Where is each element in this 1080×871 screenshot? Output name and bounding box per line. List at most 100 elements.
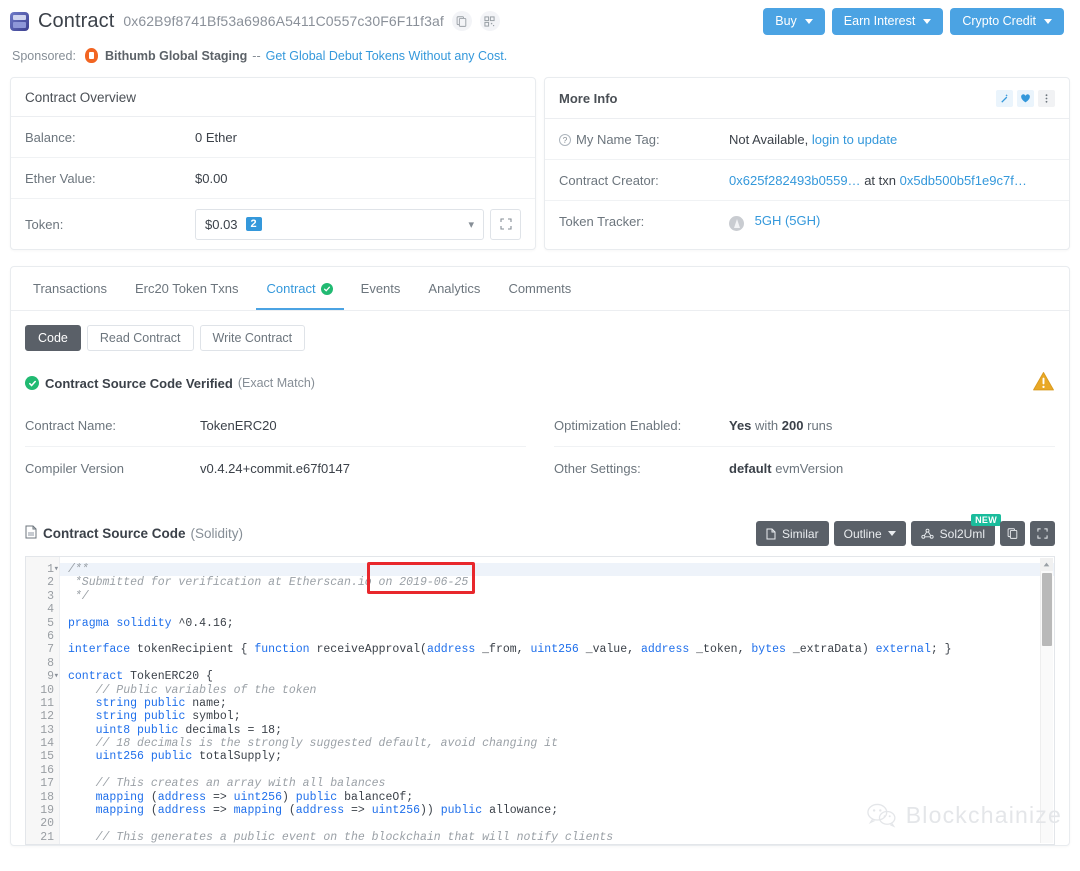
code-line: // 18 decimals is the strongly suggested… [68, 737, 558, 751]
copy-source-button[interactable] [1000, 521, 1025, 546]
creator-address-link[interactable]: 0x625f282493b0559… [729, 173, 861, 188]
subtab-write-contract[interactable]: Write Contract [199, 325, 306, 351]
optimization-mid: with [755, 418, 779, 433]
outline-button[interactable]: Outline [833, 521, 906, 546]
magic-wand-icon[interactable] [996, 90, 1013, 107]
earn-interest-button[interactable]: Earn Interest [831, 7, 944, 35]
token-select[interactable]: $0.03 2 ▾ [195, 208, 484, 240]
contract-meta-right: Optimization Enabled: Yes with 200 runs … [540, 405, 1069, 489]
optimization-enabled: Yes [729, 418, 752, 433]
code-line: uint256 public totalSupply; [95, 750, 282, 764]
buy-button-label: Buy [775, 14, 797, 28]
sub-tab-bar: Code Read Contract Write Contract [11, 311, 1069, 357]
code-fold-toggle-icon[interactable]: ▾ [54, 670, 59, 683]
line-number-gutter: 1▾23456789▾10111213141516171819202122 [26, 557, 60, 844]
line-number: 17 [40, 777, 54, 791]
tab-contract[interactable]: Contract [255, 267, 344, 310]
eth-token-icon [729, 215, 744, 231]
qrcode-icon[interactable] [479, 11, 500, 31]
source-code-header: Contract Source Code (Solidity) Similar … [11, 489, 1069, 556]
subtab-code[interactable]: Code [25, 325, 81, 351]
contract-creator-row: Contract Creator: 0x625f282493b0559… at … [545, 160, 1069, 201]
contract-overview-title: Contract Overview [11, 78, 535, 117]
line-number: 11 [40, 696, 54, 710]
sol2uml-button[interactable]: Sol2Uml NEW [910, 514, 1001, 546]
creator-txn-link[interactable]: 0x5db500b5f1e9c7f… [900, 173, 1027, 188]
heart-icon[interactable] [1017, 90, 1034, 107]
code-line: // Public variables of the token [68, 683, 317, 697]
tab-comments-label: Comments [508, 281, 572, 296]
tab-events[interactable]: Events [350, 267, 412, 310]
tab-analytics[interactable]: Analytics [417, 267, 491, 310]
line-number: 20 [40, 817, 54, 831]
code-scrollbar-thumb[interactable] [1042, 573, 1052, 646]
code-line: /** [60, 563, 1054, 577]
warning-triangle-icon[interactable] [1032, 371, 1055, 395]
code-fold-toggle-icon[interactable]: ▾ [54, 563, 59, 576]
line-number: 8 [47, 656, 54, 670]
question-mark-icon[interactable]: ? [559, 133, 571, 146]
contract-creator-label: Contract Creator: [559, 172, 659, 188]
sponsored-advertiser: Bithumb Global Staging [104, 48, 248, 63]
creator-at-txn-label: at txn [864, 172, 896, 188]
similar-button[interactable]: Similar [755, 521, 829, 546]
line-number: 5 [47, 616, 54, 630]
subtab-read-contract[interactable]: Read Contract [86, 325, 194, 351]
crypto-credit-button[interactable]: Crypto Credit [950, 7, 1064, 35]
token-tracker-label: Token Tracker: [559, 214, 645, 229]
vertical-dots-icon[interactable] [1038, 90, 1055, 107]
name-tag-label: ? My Name Tag: [559, 132, 729, 147]
code-content[interactable]: /** *Submitted for verification at Ether… [60, 557, 1054, 844]
fullscreen-source-button[interactable] [1030, 521, 1055, 546]
token-tracker-row: Token Tracker: 5GH (5GH) [545, 201, 1069, 242]
source-code-language: (Solidity) [190, 526, 244, 541]
tab-events-label: Events [360, 281, 401, 296]
name-tag-row: ? My Name Tag: Not Available, login to up… [545, 119, 1069, 160]
source-code-actions: Similar Outline Sol2Uml NEW [755, 514, 1055, 546]
line-number: 2 [47, 576, 54, 590]
token-tracker-link[interactable]: 5GH (5GH) [755, 213, 821, 228]
contract-name-label: Contract Name: [25, 418, 117, 433]
login-to-update-link[interactable]: login to update [812, 132, 897, 147]
compiler-version-value: v0.4.24+commit.e67f0147 [200, 460, 350, 476]
token-label: Token: [25, 216, 64, 232]
code-line: // This generates a public event on the … [68, 830, 614, 844]
more-info-head-icons [996, 90, 1055, 107]
line-number: 16 [40, 763, 54, 777]
optimization-runs-label: runs [807, 418, 833, 433]
buy-button[interactable]: Buy [763, 7, 825, 35]
contract-overview-card: Contract Overview Balance: 0 Ether Ether… [10, 77, 536, 250]
sponsored-link[interactable]: Get Global Debut Tokens Without any Cost… [266, 49, 508, 63]
copy-icon[interactable] [451, 11, 472, 31]
code-line: mapping (address => uint256) public bala… [95, 790, 414, 804]
token-tracker-value: 5GH (5GH) [729, 213, 820, 231]
token-expand-button[interactable] [490, 208, 521, 240]
bithumb-icon [84, 48, 98, 63]
compiler-version-row: Compiler Version v0.4.24+commit.e67f0147 [25, 447, 526, 489]
tab-comments[interactable]: Comments [497, 267, 582, 310]
line-number: 18 [40, 790, 54, 804]
file-icon [766, 528, 776, 539]
token-price-value: $0.03 [205, 216, 238, 232]
token-count-badge: 2 [245, 217, 262, 231]
source-code-editor[interactable]: 1▾23456789▾10111213141516171819202122 /*… [25, 556, 1055, 845]
crypto-credit-button-label: Crypto Credit [962, 14, 1036, 28]
scroll-up-arrow-icon[interactable] [1040, 558, 1053, 571]
line-number: 1 ▾ [47, 563, 59, 576]
line-number: 13 [40, 723, 54, 737]
tab-erc20-token-txns[interactable]: Erc20 Token Txns [124, 267, 250, 310]
line-number: 6 [47, 629, 54, 643]
tab-transactions[interactable]: Transactions [22, 267, 118, 310]
code-inner: 1▾23456789▾10111213141516171819202122 /*… [26, 557, 1054, 844]
ether-value-value: $0.00 [195, 170, 228, 186]
contract-address: 0x62B9f8741Bf53a6986A5411C0557c30F6F11f3… [123, 13, 444, 29]
source-code-title-text: Contract Source Code [43, 526, 186, 541]
other-settings-row: Other Settings: default evmVersion [554, 447, 1055, 489]
tab-transactions-label: Transactions [33, 281, 107, 296]
balance-row: Balance: 0 Ether [11, 117, 535, 158]
code-line: string public name; [95, 696, 227, 710]
tab-contract-label: Contract [266, 281, 316, 296]
page-header: Contract 0x62B9f8741Bf53a6986A5411C0557c… [0, 0, 1080, 36]
